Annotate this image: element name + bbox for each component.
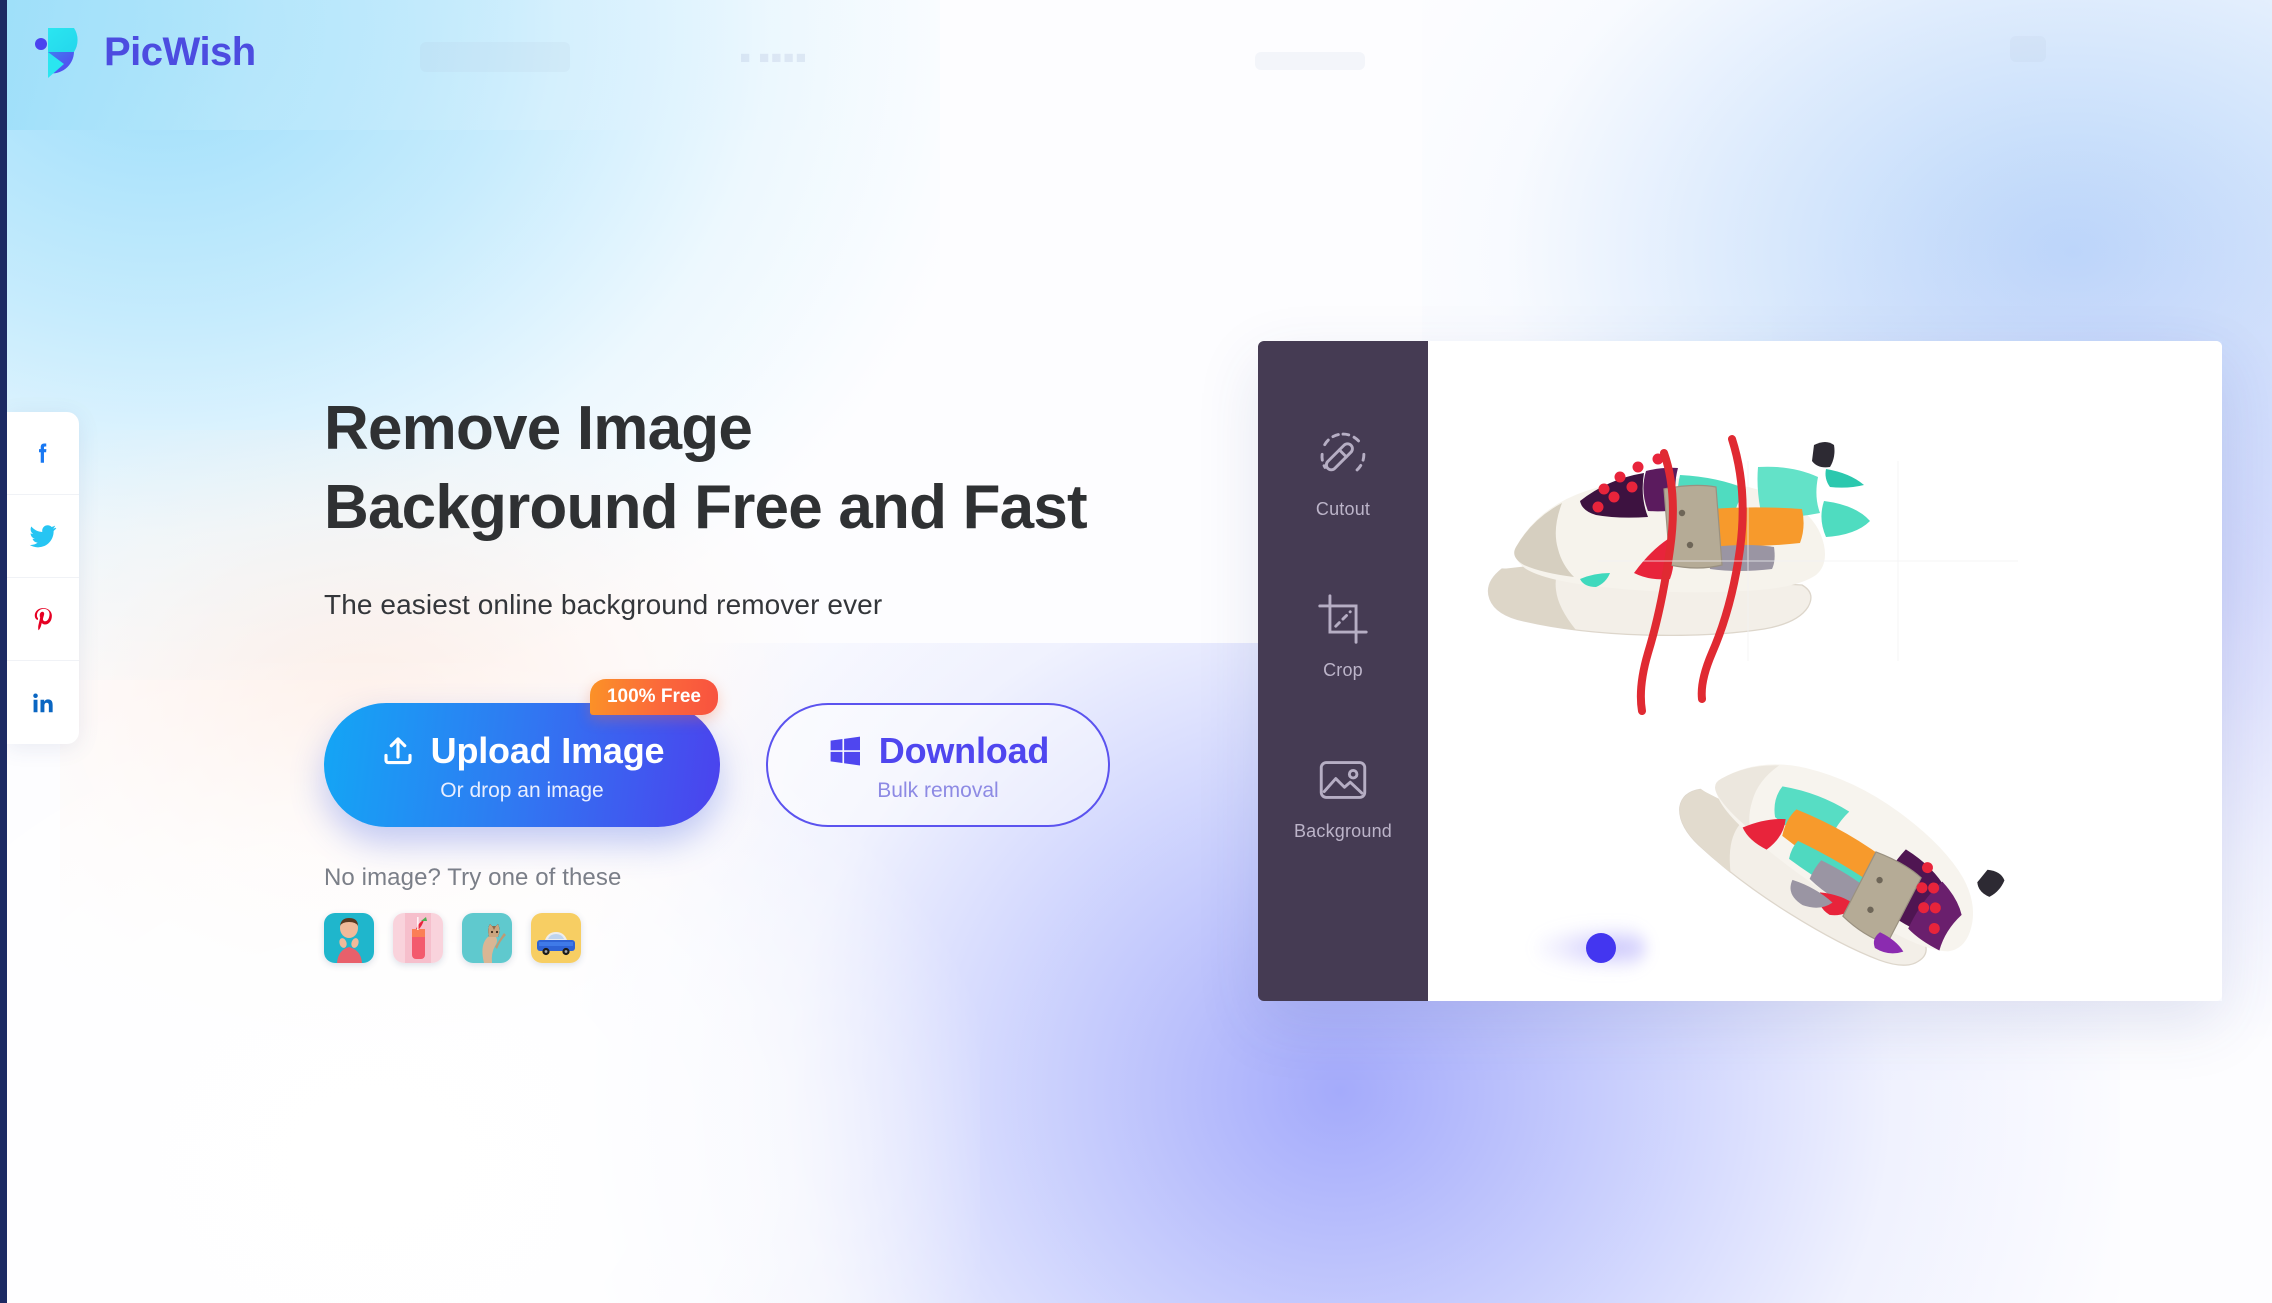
window-left-border — [0, 0, 7, 1303]
social-link-twitter[interactable] — [7, 495, 79, 578]
editor-tool-background[interactable]: Background — [1278, 751, 1408, 842]
hero-subtitle: The easiest online background remover ev… — [324, 589, 883, 621]
sample-drink-icon — [393, 913, 443, 963]
sample-portrait-icon — [324, 913, 374, 963]
download-button-label: Download — [878, 730, 1050, 771]
image-icon — [1319, 761, 1367, 799]
social-share-rail — [7, 412, 79, 744]
facebook-icon — [38, 443, 47, 463]
upload-image-button[interactable]: 100% Free Upload Image Or drop an image — [324, 679, 720, 827]
cta-button-group: 100% Free Upload Image Or drop an image … — [324, 679, 1110, 827]
free-badge: 100% Free — [589, 679, 718, 715]
site-header: PicWish ■ ■■■■ — [0, 0, 2272, 120]
nav-ghost-item-4 — [2010, 36, 2046, 62]
download-button-primary-row: Download — [827, 733, 1049, 769]
editor-tool-crop-label: Crop — [1323, 660, 1363, 680]
sample-cat-icon — [462, 913, 512, 963]
compare-slider-handle[interactable] — [1586, 933, 1616, 963]
download-button-sublabel: Bulk removal — [877, 779, 999, 802]
editor-canvas[interactable] — [1428, 341, 2222, 1001]
twitter-icon — [29, 525, 57, 548]
samples-label: No image? Try one of these — [324, 864, 622, 891]
samples-thumbnail-row — [324, 913, 621, 963]
linkedin-icon — [33, 692, 53, 712]
picwish-logo-icon — [35, 28, 78, 78]
sample-thumbnail-drink[interactable] — [393, 913, 443, 963]
pinterest-icon — [34, 608, 52, 631]
crop-icon — [1318, 594, 1368, 644]
sample-car-icon — [531, 913, 581, 963]
editor-tool-cutout-label: Cutout — [1315, 499, 1371, 519]
upload-button-label: Upload Image — [430, 730, 665, 771]
sample-images-section: No image? Try one of these — [324, 864, 621, 963]
hero-section: Remove Image Background Free and Fast Th… — [324, 390, 1088, 621]
social-link-linkedin[interactable] — [7, 661, 79, 744]
social-link-pinterest[interactable] — [7, 578, 79, 661]
sample-thumbnail-car[interactable] — [531, 913, 581, 963]
sample-thumbnail-portrait[interactable] — [324, 913, 374, 963]
sample-thumbnail-cat[interactable] — [462, 913, 512, 963]
editor-tool-crop[interactable]: Crop — [1278, 590, 1408, 681]
editor-tool-cutout[interactable]: Cutout — [1278, 429, 1408, 520]
nav-ghost-item-1 — [420, 42, 570, 72]
upload-button-primary-row: Upload Image — [380, 733, 665, 769]
nav-ghost-item-2: ■ ■■■■ — [740, 48, 809, 67]
download-button[interactable]: Download Bulk removal — [766, 703, 1110, 827]
social-link-facebook[interactable] — [7, 412, 79, 495]
windows-icon — [830, 736, 860, 766]
editor-preview: Cutout Crop Background — [1258, 341, 2222, 1001]
upload-button-sublabel: Or drop an image — [440, 779, 604, 802]
magic-wand-icon — [1320, 432, 1366, 475]
brand-name: PicWish — [104, 30, 256, 74]
editor-tool-background-label: Background — [1293, 821, 1393, 841]
page-root: PicWish ■ ■■■■ Remove Image Background F… — [0, 0, 2272, 1303]
page-title: Remove Image Background Free and Fast — [324, 394, 1088, 542]
sneakers-image — [1428, 341, 2222, 1001]
nav-ghost-item-3 — [1255, 52, 1365, 70]
editor-tool-sidebar: Cutout Crop Background — [1258, 341, 1428, 1001]
brand-logo[interactable]: PicWish — [34, 22, 256, 82]
upload-icon — [384, 737, 412, 765]
